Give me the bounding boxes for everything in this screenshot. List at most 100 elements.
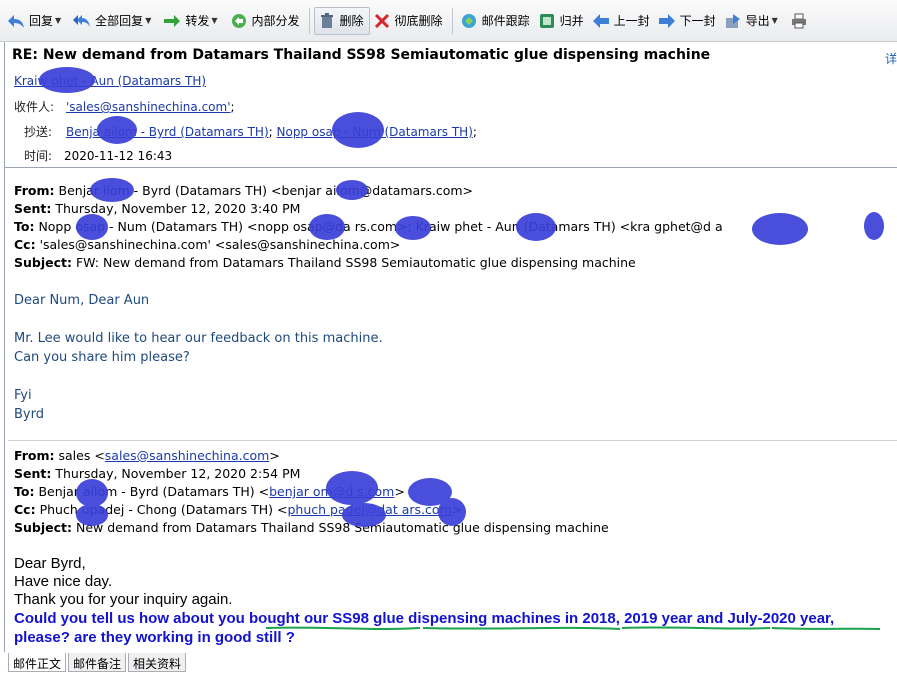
export-label: 导出 xyxy=(745,14,770,28)
chevron-down-icon[interactable]: ▼ xyxy=(772,16,778,25)
from-label: From: xyxy=(14,448,55,463)
chevron-down-icon[interactable]: ▼ xyxy=(145,16,151,25)
cc-recipient-link[interactable]: Benja ailom - Byrd (Datamars TH) xyxy=(66,125,269,139)
next-label: 下一封 xyxy=(679,14,716,28)
export-icon xyxy=(724,12,742,30)
header-divider xyxy=(4,167,897,168)
forward-button[interactable]: 转发 ▼ xyxy=(160,7,226,35)
sent-value: Thursday, November 12, 2020 3:40 PM xyxy=(55,201,301,216)
question-line: please? are they working in good still ? xyxy=(14,629,295,646)
sender-row: Kraiw phet - Aun (Datamars TH) xyxy=(14,74,206,88)
track-icon xyxy=(460,12,478,30)
cc-recipient-link[interactable]: Nopp osap - Num (Datamars TH) xyxy=(277,125,473,139)
reply-button[interactable]: 回复 ▼ xyxy=(4,7,70,35)
tab-message-body[interactable]: 邮件正文 xyxy=(8,653,67,672)
bottom-tabs: 邮件正文 邮件备注 相关资料 xyxy=(8,653,188,673)
separator-text: ; xyxy=(472,125,477,139)
quoted-message-2: From: sales <sales@sanshinechina.com> Se… xyxy=(14,447,897,647)
arrow-right-icon xyxy=(658,12,676,30)
from-email-link[interactable]: sales@sanshinechina.com xyxy=(105,448,269,463)
tab-related[interactable]: 相关资料 xyxy=(128,653,187,672)
from-value: sales < xyxy=(58,448,105,463)
to-label: 收件人: xyxy=(14,100,55,114)
internal-forward-icon xyxy=(230,12,248,30)
sent-label: Sent: xyxy=(14,201,52,216)
cc-value: Phuch upadej - Chong (Datamars TH) < xyxy=(39,502,288,517)
delete-permanently-label: 彻底删除 xyxy=(394,14,443,28)
printer-icon xyxy=(790,12,808,30)
subject-value: New demand from Datamars Thailand SS98 S… xyxy=(75,520,609,535)
prev-label: 上一封 xyxy=(613,14,650,28)
print-button[interactable] xyxy=(787,7,817,35)
signature-line: Byrd xyxy=(14,407,44,422)
subject-label: Subject: xyxy=(14,255,72,270)
reply-all-icon xyxy=(73,12,91,30)
body-line: Have nice day. xyxy=(14,573,113,590)
to-row: 收件人: 'sales@sanshinechina.com'; xyxy=(14,98,235,115)
to-recipient-link[interactable]: 'sales@sanshinechina.com' xyxy=(66,100,231,114)
prev-button[interactable]: 上一封 xyxy=(589,7,655,35)
merge-button[interactable]: 归并 xyxy=(535,7,589,35)
tab-notes[interactable]: 邮件备注 xyxy=(68,653,127,672)
question-line: Could you tell us how about you bought o… xyxy=(14,610,835,627)
frame-border xyxy=(4,42,5,652)
cross-icon xyxy=(373,12,391,30)
time-value: 2020-11-12 16:43 xyxy=(64,149,173,163)
merge-icon xyxy=(538,12,556,30)
greeting-text: Dear Num, Dear Aun xyxy=(14,293,150,308)
time-row: 时间: 2020-11-12 16:43 xyxy=(24,147,172,164)
cc-label: Cc: xyxy=(14,237,36,252)
sent-label: Sent: xyxy=(14,466,52,481)
export-button[interactable]: 导出 ▼ xyxy=(721,7,787,35)
to-label: To: xyxy=(14,484,35,499)
internal-forward-label: 内部分发 xyxy=(251,14,300,28)
reply-all-label: 全部回复 xyxy=(95,14,144,28)
message-subject: RE: New demand from Datamars Thailand SS… xyxy=(12,47,711,63)
message-body: From: Benjar ilom - Byrd (Datamars TH) <… xyxy=(14,182,897,424)
forward-icon xyxy=(163,12,181,30)
forward-label: 转发 xyxy=(185,14,210,28)
from-value: Benjar ilom - Byrd (Datamars TH) <benjar… xyxy=(58,183,474,198)
cc-email-link[interactable]: phuch padej@dat ars.com xyxy=(287,502,451,517)
separator-text: ; xyxy=(230,100,235,114)
track-button[interactable]: 邮件跟踪 xyxy=(457,7,535,35)
separator-text: ; xyxy=(268,125,277,139)
to-value: Benjar ailom - Byrd (Datamars TH) < xyxy=(38,484,270,499)
quote-divider xyxy=(8,440,897,441)
reply-all-button[interactable]: 全部回复 ▼ xyxy=(70,7,160,35)
cc-label: 抄送: xyxy=(24,125,53,139)
quoted-header-1: From: Benjar ilom - Byrd (Datamars TH) <… xyxy=(14,182,897,272)
sender-link[interactable]: Kraiw phet - Aun (Datamars TH) xyxy=(14,74,206,88)
reply-label: 回复 xyxy=(29,14,54,28)
bracket-text: > xyxy=(269,448,280,463)
quoted-header-2: From: sales <sales@sanshinechina.com> Se… xyxy=(14,447,897,537)
body-line: Thank you for your inquiry again. xyxy=(14,591,233,608)
toolbar: 回复 ▼ 全部回复 ▼ 转发 ▼ 内部分发 删除 彻底删除 邮件跟踪 归并 上一… xyxy=(0,0,897,42)
body-line: Can you share him please? xyxy=(14,350,190,365)
time-label: 时间: xyxy=(24,149,53,163)
toolbar-separator xyxy=(308,7,310,34)
chevron-down-icon[interactable]: ▼ xyxy=(211,16,217,25)
chevron-down-icon[interactable]: ▼ xyxy=(55,16,61,25)
details-link[interactable]: 详 xyxy=(885,50,897,67)
delete-permanently-button[interactable]: 彻底删除 xyxy=(370,7,448,35)
internal-forward-button[interactable]: 内部分发 xyxy=(227,7,305,35)
cc-value: 'sales@sanshinechina.com' <sales@sanshin… xyxy=(39,237,401,252)
next-button[interactable]: 下一封 xyxy=(655,7,721,35)
reply-icon xyxy=(7,12,25,30)
subject-value: FW: New demand from Datamars Thailand SS… xyxy=(75,255,636,270)
bracket-text: > xyxy=(394,484,405,499)
arrow-left-icon xyxy=(592,12,610,30)
signature-line: Fyi xyxy=(14,388,32,403)
cc-label: Cc: xyxy=(14,502,36,517)
toolbar-separator xyxy=(451,7,453,34)
from-label: From: xyxy=(14,183,55,198)
trash-icon xyxy=(318,12,336,30)
greeting-text: Dear Byrd, xyxy=(14,555,86,572)
subject-label: Subject: xyxy=(14,520,72,535)
delete-button[interactable]: 删除 xyxy=(313,6,370,35)
to-email-link[interactable]: benjar om@d s.com xyxy=(269,484,394,499)
body-line: Mr. Lee would like to hear our feedback … xyxy=(14,331,383,346)
bracket-text: > xyxy=(451,502,463,517)
to-label: To: xyxy=(14,219,35,234)
